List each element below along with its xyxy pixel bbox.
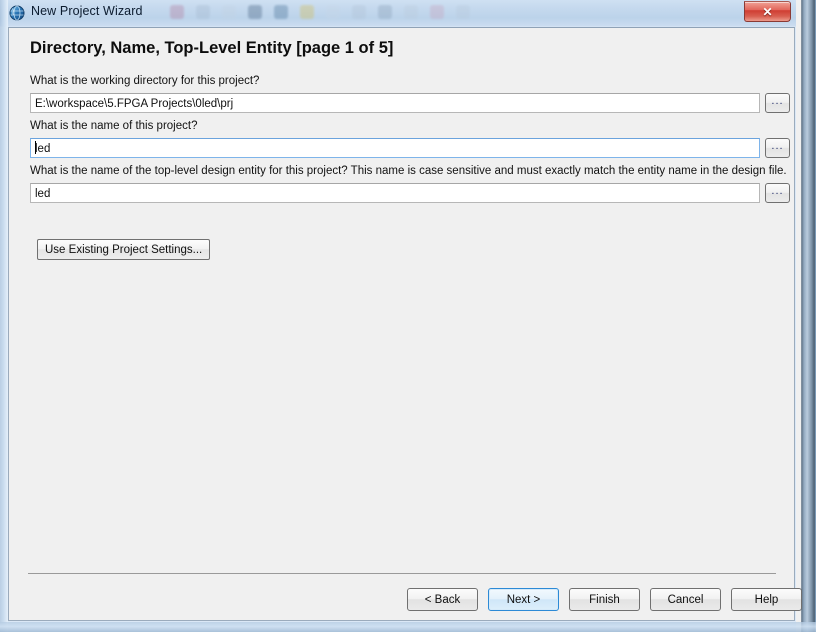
dialog-client-area: Directory, Name, Top-Level Entity [page …	[8, 27, 802, 621]
working-directory-input[interactable]: E:\workspace\5.FPGA Projects\0led\prj	[30, 93, 760, 113]
window-title: New Project Wizard	[31, 4, 143, 18]
ghost-icon	[170, 5, 184, 19]
window-frame-left-edge	[0, 0, 8, 632]
ghost-icon	[456, 5, 470, 19]
back-button-label: < Back	[424, 593, 461, 606]
wizard-window: New Project Wizard ✕ Directory, Name, To…	[0, 0, 816, 632]
project-name-input[interactable]: led	[30, 138, 760, 158]
ghost-icon	[300, 5, 314, 19]
finish-button-label: Finish	[589, 593, 620, 606]
ghost-icon	[222, 5, 236, 19]
close-button[interactable]: ✕	[744, 1, 791, 22]
window-frame-right-edge	[796, 0, 816, 632]
use-existing-project-settings-label: Use Existing Project Settings...	[45, 243, 203, 256]
cancel-button[interactable]: Cancel	[650, 588, 721, 611]
close-icon: ✕	[762, 4, 773, 19]
working-directory-label: What is the working directory for this p…	[30, 75, 260, 87]
ghost-icon	[404, 5, 418, 19]
help-button-label: Help	[754, 593, 779, 606]
ghost-icon	[326, 5, 340, 19]
help-button[interactable]: Help	[731, 588, 802, 611]
project-name-value: led	[35, 143, 51, 155]
top-level-entity-label: What is the name of the top-level design…	[30, 165, 787, 177]
quartus-globe-icon	[9, 5, 25, 21]
next-button-label: Next >	[506, 593, 541, 606]
ghost-icon	[248, 5, 262, 19]
window-frame-bottom-edge	[0, 622, 816, 632]
ghost-icon	[196, 5, 210, 19]
ghost-icon	[352, 5, 366, 19]
project-name-label: What is the name of this project?	[30, 120, 198, 132]
footer-button-bar: < Back Next > Finish Cancel Help	[9, 586, 802, 616]
finish-button[interactable]: Finish	[569, 588, 640, 611]
ghost-icon	[274, 5, 288, 19]
working-directory-browse-button[interactable]: ...	[765, 93, 790, 113]
project-name-browse-button[interactable]: ...	[765, 138, 790, 158]
next-button[interactable]: Next >	[488, 588, 559, 611]
footer-separator	[28, 573, 776, 574]
page-title: Directory, Name, Top-Level Entity [page …	[30, 39, 394, 57]
ellipsis-icon: ...	[771, 185, 784, 197]
ghost-icon	[378, 5, 392, 19]
ellipsis-icon: ...	[771, 95, 784, 107]
back-button[interactable]: < Back	[407, 588, 478, 611]
background-toolbar-ghost-icons	[170, 0, 630, 24]
top-level-entity-browse-button[interactable]: ...	[765, 183, 790, 203]
top-level-entity-input[interactable]: led	[30, 183, 760, 203]
ghost-icon	[430, 5, 444, 19]
cancel-button-label: Cancel	[667, 593, 704, 606]
use-existing-project-settings-button[interactable]: Use Existing Project Settings...	[37, 239, 211, 260]
title-bar[interactable]: New Project Wizard ✕	[0, 0, 816, 26]
ellipsis-icon: ...	[771, 140, 784, 152]
